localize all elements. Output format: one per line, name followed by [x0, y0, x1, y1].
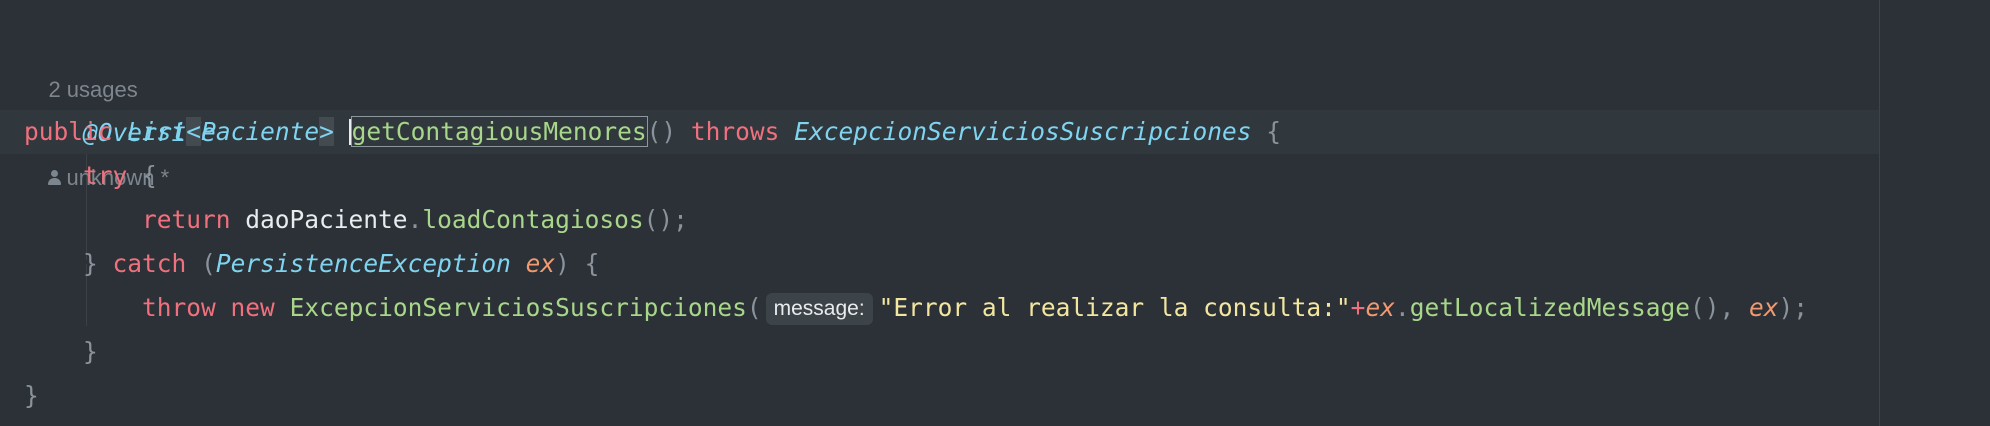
dot: .	[1394, 293, 1410, 322]
open-paren: (	[201, 249, 216, 278]
code-line-6[interactable]: throw new ExcepcionServiciosSuscripcione…	[24, 286, 1808, 330]
keyword: try	[83, 161, 128, 190]
keyword: throws	[690, 117, 780, 146]
method-name[interactable]: getContagiousMenores	[350, 116, 648, 147]
type-name: Paciente	[201, 117, 320, 146]
variable: ex	[1365, 293, 1395, 322]
string-literal: "Error al realizar la consulta:"	[878, 293, 1351, 322]
right-margin-guide	[1879, 0, 1880, 426]
keyword: public	[24, 117, 113, 146]
method-call: getLocalizedMessage	[1409, 293, 1690, 322]
call-end: );	[1778, 293, 1809, 322]
parameter-hint: message:	[765, 293, 873, 325]
close-paren: )	[555, 249, 570, 278]
code-line-1[interactable]: @Override	[24, 67, 216, 147]
method-call: loadContagiosos	[422, 205, 644, 234]
code-editor[interactable]: 2 usages unknown * @Override public List…	[0, 0, 1990, 426]
dot: .	[407, 205, 423, 234]
keyword: throw	[142, 293, 216, 322]
parens: ()	[646, 117, 677, 146]
exception-type: PersistenceException	[215, 249, 511, 278]
keyword: new	[230, 293, 275, 322]
code-line-4[interactable]: return daoPaciente.loadContagiosos();	[24, 198, 688, 242]
code-line-2[interactable]: public List<Paciente> getContagiousMenor…	[24, 110, 1281, 154]
code-vision-hints: 2 usages unknown *	[24, 24, 169, 190]
parens: ()	[1689, 293, 1720, 322]
close-brace: }	[83, 337, 98, 366]
code-line-8[interactable]: }	[24, 374, 39, 418]
comma: ,	[1719, 293, 1735, 322]
operator: +	[1350, 293, 1366, 322]
open-brace: {	[142, 161, 157, 190]
catch-param: ex	[525, 249, 556, 278]
keyword: return	[142, 205, 231, 234]
call-end: ();	[643, 205, 688, 234]
text-cursor	[348, 119, 351, 145]
code-line-3[interactable]: try {	[24, 154, 157, 198]
constructor-call: ExcepcionServiciosSuscripciones	[289, 293, 747, 322]
open-paren: (	[746, 293, 762, 322]
identifier: daoPaciente	[245, 205, 408, 234]
keyword: catch	[112, 249, 187, 278]
variable: ex	[1749, 293, 1779, 322]
open-brace: {	[584, 249, 600, 278]
code-line-7[interactable]: }	[24, 330, 98, 374]
close-brace: }	[24, 381, 39, 410]
close-brace: }	[83, 249, 98, 278]
generic-bracket: <	[186, 117, 202, 146]
generic-bracket: >	[319, 117, 334, 146]
open-brace: {	[1266, 117, 1281, 146]
code-line-5[interactable]: } catch (PersistenceException ex) {	[24, 242, 599, 286]
exception-type: ExcepcionServiciosSuscripciones	[794, 117, 1252, 146]
type-name: List	[127, 117, 187, 146]
